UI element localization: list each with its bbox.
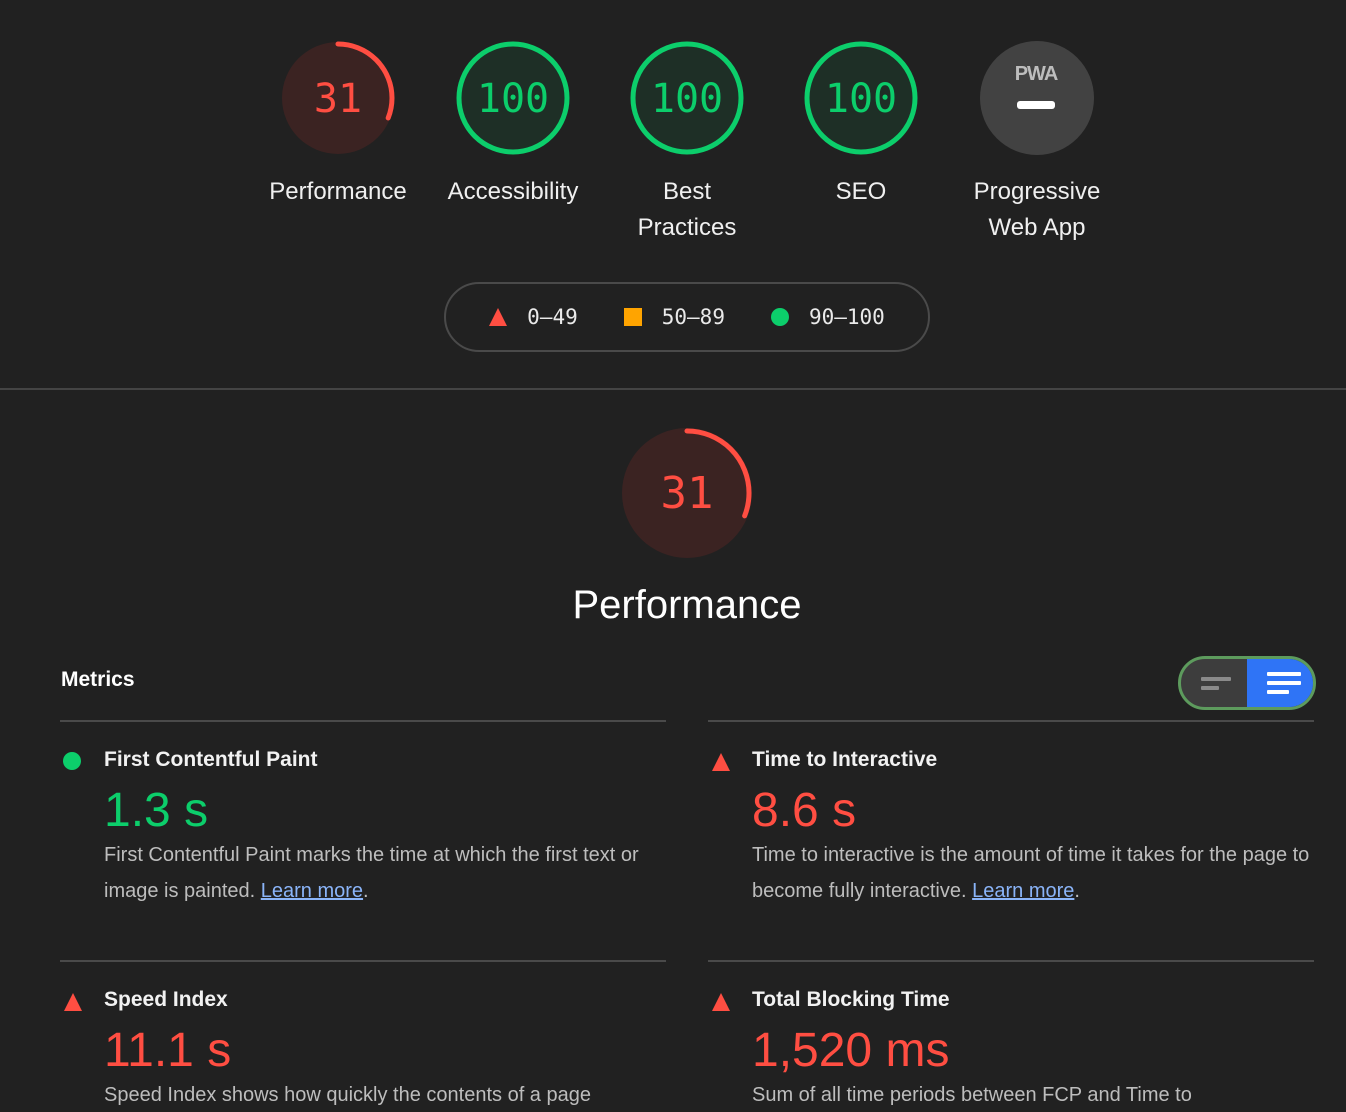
circle-icon	[63, 752, 81, 770]
gauge-label: Performance	[253, 174, 423, 210]
metric-name: First Contentful Paint	[104, 748, 318, 771]
gauge-score: 100	[477, 76, 549, 122]
metric-time-to-interactive: Time to Interactive 8.6 s Time to intera…	[708, 720, 1314, 960]
metrics-heading: Metrics	[61, 668, 135, 691]
metric-description: First Contentful Paint marks the time at…	[104, 837, 674, 909]
section-divider	[0, 388, 1346, 390]
accessibility-gauge-ring: 100	[456, 41, 570, 155]
metric-first-contentful-paint: First Contentful Paint 1.3 s First Conte…	[60, 720, 666, 960]
performance-title: Performance	[572, 583, 802, 627]
triangle-icon	[712, 753, 730, 771]
learn-more-link[interactable]: Learn more	[972, 880, 1074, 902]
legend-item-fail: 0–49	[489, 305, 578, 329]
gauge-seo[interactable]: 100 SEO	[776, 40, 946, 210]
pwa-badge: PWA	[980, 41, 1094, 155]
toggle-line	[1267, 672, 1301, 676]
legend-range: 50–89	[661, 305, 725, 329]
toggle-line	[1201, 685, 1219, 690]
gauge-label-line1: Best	[662, 178, 712, 205]
metric-description: Time to interactive is the amount of tim…	[752, 837, 1322, 909]
gauge-label: Progressive Web App	[952, 174, 1122, 246]
gauge-label: SEO	[776, 174, 946, 210]
metric-value: 1.3 s	[104, 784, 209, 837]
score-scale-legend: 0–49 50–89 90–100	[444, 282, 930, 352]
learn-more-link[interactable]: Learn more	[261, 880, 363, 902]
gauge-pwa[interactable]: PWA Progressive Web App	[952, 40, 1122, 246]
gauge-score: 31	[661, 468, 714, 519]
legend-item-average: 50–89	[623, 305, 725, 329]
metric-speed-index: Speed Index 11.1 s Speed Index shows how…	[60, 960, 666, 1112]
seo-gauge-ring: 100	[804, 41, 918, 155]
square-icon	[623, 308, 642, 326]
gauge-label-line2: Web App	[988, 214, 1086, 241]
metric-description-text: First Contentful Paint marks the time at…	[104, 844, 639, 902]
legend-range: 90–100	[808, 305, 885, 329]
metric-description-text: Speed Index shows how quickly the conten…	[104, 1084, 591, 1106]
gauge-label-line1: Accessibility	[447, 178, 579, 205]
lighthouse-report: 31 Performance 100 Accessibility 100 Bes…	[0, 0, 1346, 1112]
gauge-label: Best Practices	[602, 174, 772, 246]
toggle-line	[1201, 676, 1231, 681]
performance-main-gauge: 31	[622, 428, 752, 558]
triangle-icon	[64, 993, 82, 1011]
circle-icon	[770, 308, 789, 326]
gauge-best-practices[interactable]: 100 Best Practices	[602, 40, 772, 246]
metric-name: Speed Index	[104, 988, 228, 1011]
triangle-icon	[489, 308, 508, 326]
metric-name: Total Blocking Time	[752, 988, 950, 1011]
metric-description-end: .	[363, 880, 369, 902]
gauge-score: 100	[825, 76, 897, 122]
toggle-line	[1267, 681, 1301, 685]
metric-value: 11.1 s	[104, 1024, 232, 1077]
metric-total-blocking-time: Total Blocking Time 1,520 ms Sum of all …	[708, 960, 1314, 1112]
category-gauges: 31 Performance 100 Accessibility 100 Bes…	[0, 40, 1346, 250]
pwa-badge-bg	[980, 41, 1094, 155]
gauge-score: 100	[651, 76, 723, 122]
metric-description: Speed Index shows how quickly the conten…	[104, 1077, 674, 1112]
metric-description-text: Sum of all time periods between FCP and …	[752, 1084, 1192, 1106]
legend-range: 0–49	[527, 305, 578, 329]
best-practices-gauge-ring: 100	[630, 41, 744, 155]
gauge-label: Accessibility	[428, 174, 598, 210]
performance-gauge-ring: 31	[281, 41, 395, 155]
pwa-logo-text: PWA	[1015, 63, 1058, 85]
triangle-icon	[712, 993, 730, 1011]
gauge-performance[interactable]: 31 Performance	[253, 40, 423, 210]
metrics-view-toggle[interactable]	[1178, 656, 1316, 710]
legend-item-pass: 90–100	[770, 305, 885, 329]
pwa-dash-icon	[1017, 101, 1055, 109]
gauge-score: 31	[314, 76, 362, 122]
gauge-accessibility[interactable]: 100 Accessibility	[428, 40, 598, 210]
gauge-label-line1: SEO	[835, 178, 887, 205]
gauge-label-line1: Performance	[269, 178, 407, 205]
metric-description-end: .	[1074, 880, 1080, 902]
compact-view-icon[interactable]	[1181, 659, 1247, 707]
metric-description: Sum of all time periods between FCP and …	[752, 1077, 1322, 1112]
gauge-label-line2: Practices	[637, 214, 737, 241]
metric-value: 8.6 s	[752, 784, 857, 837]
metric-name: Time to Interactive	[752, 748, 938, 771]
toggle-line	[1267, 690, 1289, 694]
expanded-view-icon[interactable]	[1247, 659, 1313, 707]
gauge-label-line1: Progressive	[973, 178, 1101, 205]
metric-value: 1,520 ms	[752, 1024, 950, 1077]
